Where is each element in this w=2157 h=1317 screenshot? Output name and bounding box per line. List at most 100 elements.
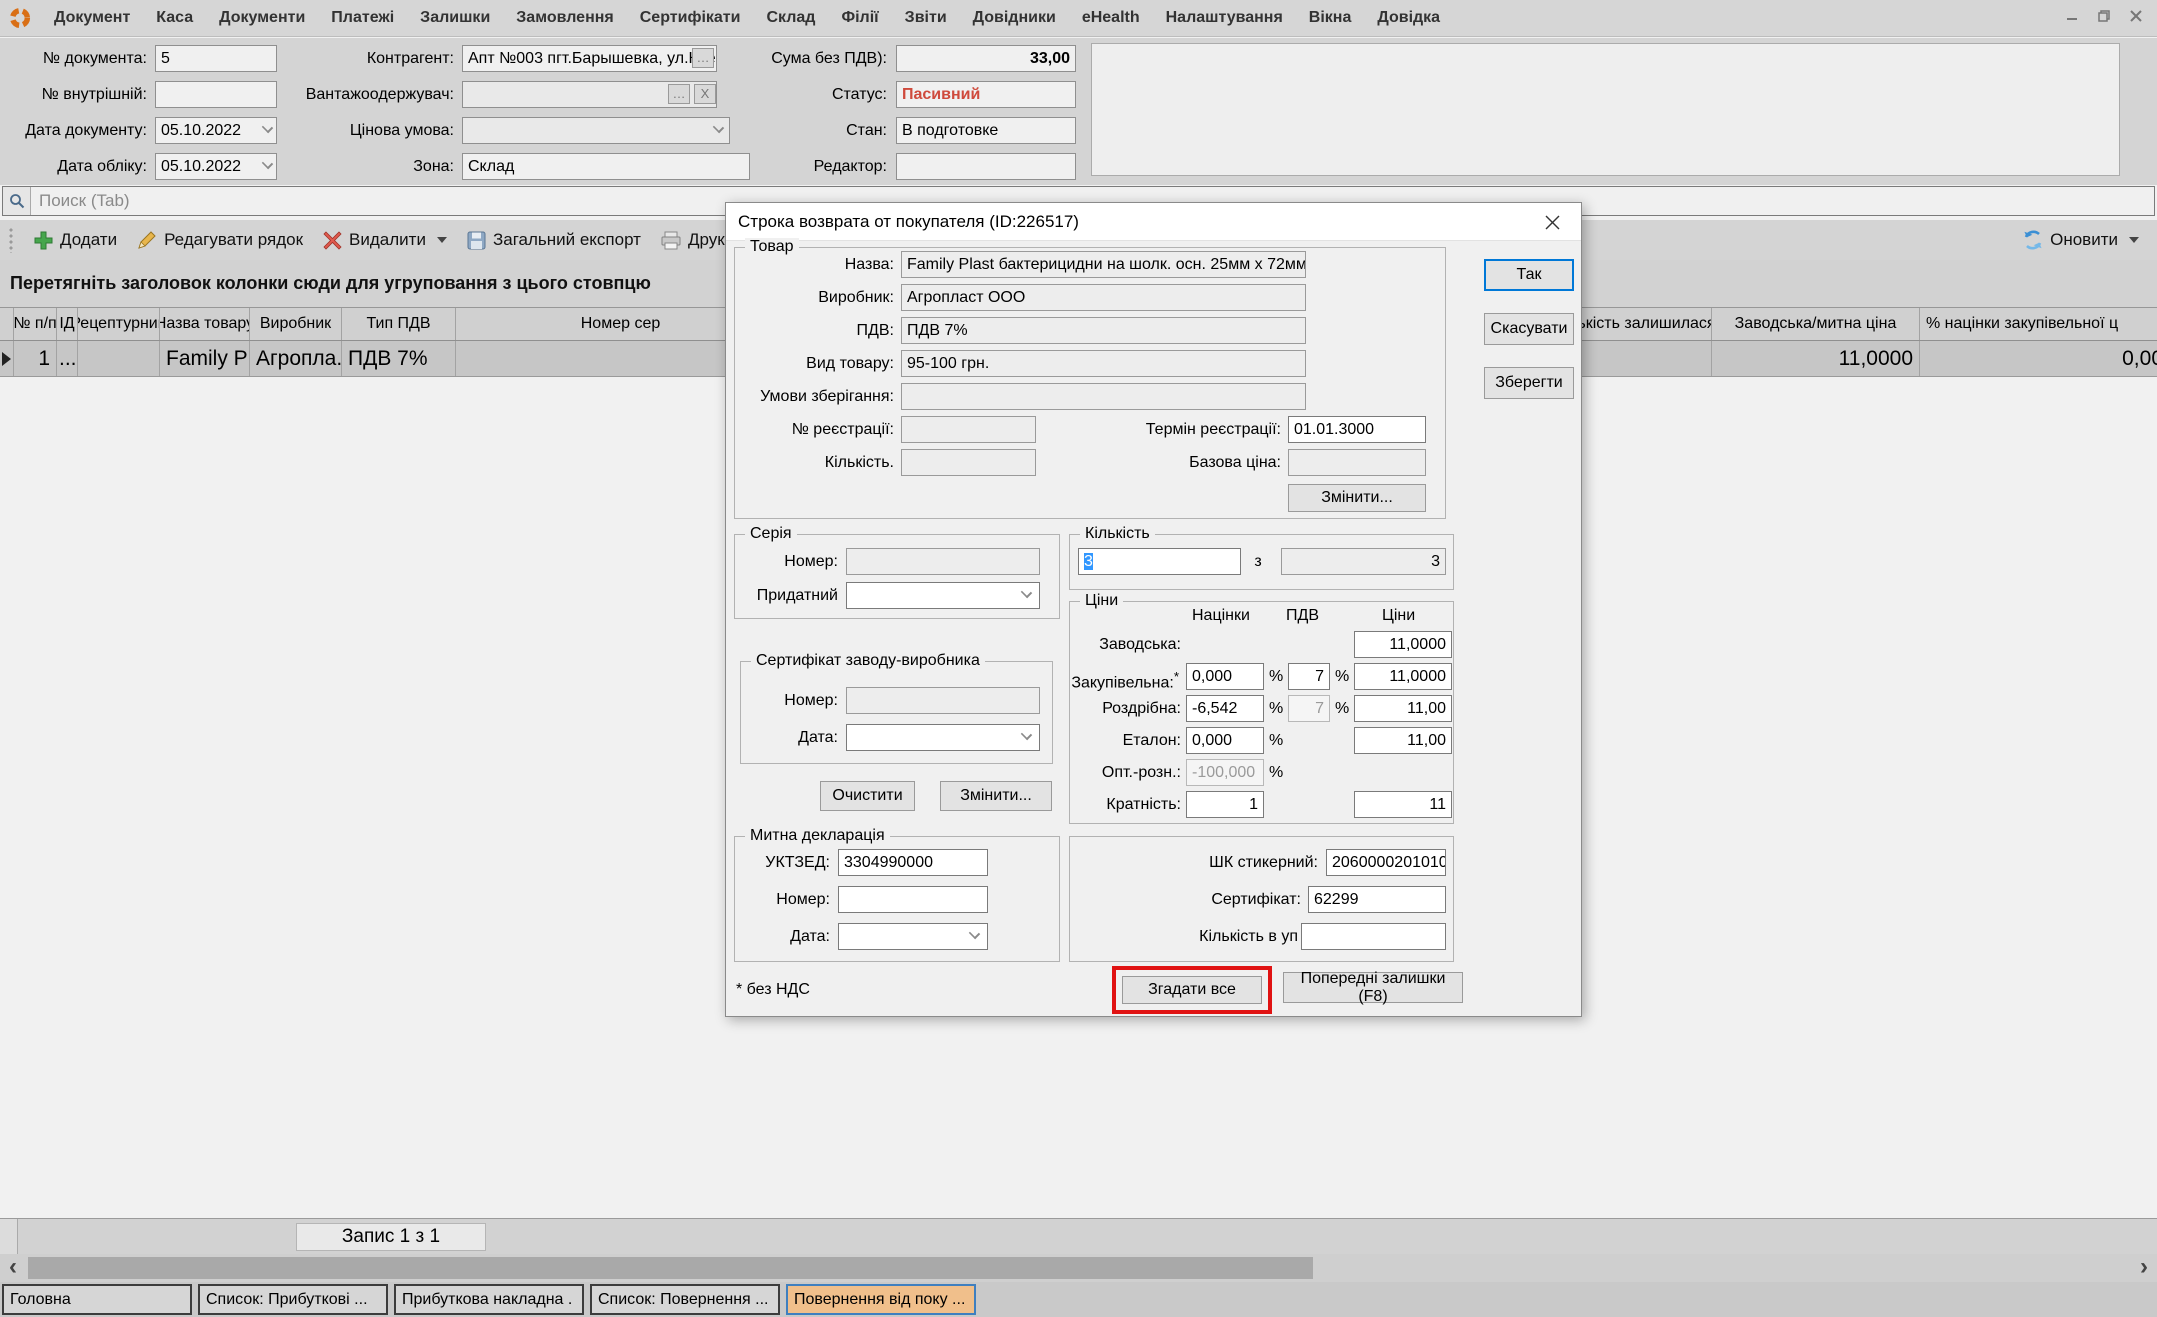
series-valid-combobox[interactable]	[846, 582, 1040, 609]
uktzed-field[interactable]: 3304990000	[838, 849, 988, 876]
close-window-button[interactable]	[2125, 7, 2147, 25]
menu-document[interactable]: Документ	[41, 9, 143, 27]
scrollbar-thumb[interactable]	[28, 1257, 1313, 1279]
menu-balances[interactable]: Залишки	[407, 9, 503, 27]
column-header-qty-left[interactable]: ькість залишилася	[1582, 308, 1712, 340]
tab-main[interactable]: Головна	[2, 1284, 192, 1315]
cell-vat-type[interactable]: ПДВ 7%	[342, 341, 456, 376]
reg-number-field[interactable]	[901, 416, 1036, 443]
refresh-dropdown-caret-icon[interactable]	[2129, 237, 2139, 243]
menu-payments[interactable]: Платежі	[318, 9, 407, 27]
account-date-field[interactable]: 05.10.2022	[155, 153, 277, 180]
menu-documents[interactable]: Документи	[206, 9, 318, 27]
vat-field[interactable]: ПДВ 7%	[901, 317, 1306, 344]
menu-kasa[interactable]: Каса	[143, 9, 206, 27]
menu-orders[interactable]: Замовлення	[503, 9, 626, 27]
column-header-recipe[interactable]: Рецептурний	[78, 308, 160, 340]
cancel-button[interactable]: Скасувати	[1484, 313, 1574, 345]
delete-button[interactable]: Видалити	[313, 226, 457, 254]
cert-number-field[interactable]	[846, 687, 1040, 714]
ok-button[interactable]: Так	[1484, 259, 1574, 291]
tab-return-from-buyer[interactable]: Повернення від поку ...	[786, 1284, 976, 1315]
product-kind-field[interactable]: 95-100 грн.	[901, 350, 1306, 377]
close-icon[interactable]	[1531, 207, 1573, 237]
dialog-title-bar[interactable]: Строка возврата от покупателя (ID:226517…	[726, 203, 1581, 241]
cell-purchase-markup[interactable]: 0,00	[1920, 341, 2157, 376]
column-header-factory-price[interactable]: Заводська/митна ціна	[1712, 308, 1920, 340]
contractor-field[interactable]: Апт №003 пгт.Барышевка, ул.Киев	[462, 45, 717, 72]
manufacturer-field[interactable]: Агропласт ООО	[901, 284, 1306, 311]
horizontal-scrollbar[interactable]: ‹ ›	[0, 1254, 2157, 1282]
storage-field[interactable]	[901, 383, 1306, 410]
minimize-button[interactable]	[2061, 7, 2083, 25]
product-name-field[interactable]: Family Plast бактерицидни на шолк. осн. …	[901, 251, 1306, 278]
quantity-input[interactable]: 3	[1078, 548, 1241, 575]
base-price-field[interactable]	[1288, 449, 1426, 476]
internal-number-field[interactable]	[155, 81, 277, 108]
cell-manufacturer[interactable]: Агропла...	[250, 341, 342, 376]
etalon-markup-field[interactable]: 0,000	[1186, 727, 1264, 754]
restore-button[interactable]	[2093, 7, 2115, 25]
print-button[interactable]: Друк	[651, 226, 735, 254]
add-row-button[interactable]: Додати	[24, 226, 127, 254]
menu-warehouse[interactable]: Склад	[753, 9, 828, 27]
dialog-quantity-field[interactable]	[901, 449, 1036, 476]
column-header-id[interactable]: ІД	[57, 308, 78, 340]
cell-num[interactable]: 1	[14, 341, 57, 376]
cell-product[interactable]: Family Pl...	[160, 341, 250, 376]
delete-dropdown-caret-icon[interactable]	[437, 237, 447, 243]
purchase-vat-field[interactable]: 7	[1288, 663, 1330, 690]
multiplicity-price-field[interactable]: 11	[1354, 791, 1452, 818]
column-header-vat-type[interactable]: Тип ПДВ	[342, 308, 456, 340]
export-button[interactable]: Загальний експорт	[457, 226, 651, 254]
tab-incoming-list[interactable]: Список: Прибуткові ...	[198, 1284, 388, 1315]
tab-incoming-invoice[interactable]: Прибуткова накладна .	[394, 1284, 584, 1315]
column-header-product[interactable]: Назва товару	[160, 308, 250, 340]
scroll-left-icon[interactable]: ‹	[2, 1254, 24, 1282]
cell-factory-price[interactable]: 11,0000	[1712, 341, 1920, 376]
retail-markup-field[interactable]: -6,542	[1186, 695, 1264, 722]
scroll-right-icon[interactable]: ›	[2133, 1254, 2155, 1282]
cell-id[interactable]: ...	[57, 341, 78, 376]
tab-returns-list[interactable]: Список: Повернення ...	[590, 1284, 780, 1315]
change-base-price-button[interactable]: Змінити...	[1288, 484, 1426, 512]
toolbar-grip-handle[interactable]	[8, 227, 14, 253]
save-button[interactable]: Зберегти	[1484, 367, 1574, 399]
cell-qty-left[interactable]	[1582, 341, 1712, 376]
clear-cert-button[interactable]: Очистити	[820, 781, 915, 811]
shk-field[interactable]: 2060000201010	[1326, 849, 1446, 876]
customs-date-combobox[interactable]	[838, 923, 988, 950]
multiplicity-field[interactable]: 1	[1186, 791, 1264, 818]
purchase-markup-field[interactable]: 0,000	[1186, 663, 1264, 690]
menu-help[interactable]: Довідка	[1364, 9, 1453, 27]
factory-price-field[interactable]: 11,0000	[1354, 631, 1452, 658]
recall-all-button[interactable]: Згадати все	[1122, 976, 1262, 1004]
refresh-button[interactable]: Оновити	[2013, 226, 2149, 254]
column-header-manufacturer[interactable]: Виробник	[250, 308, 342, 340]
menu-reports[interactable]: Звіти	[892, 9, 960, 27]
cert-date-combobox[interactable]	[846, 724, 1040, 751]
customs-number-field[interactable]	[838, 886, 988, 913]
menu-ehealth[interactable]: eHealth	[1069, 9, 1153, 27]
change-cert-button[interactable]: Змінити...	[940, 781, 1052, 811]
retail-price-field[interactable]: 11,00	[1354, 695, 1452, 722]
column-header-purchase-markup[interactable]: % націнки закупівельної ц	[1920, 308, 2157, 340]
doc-date-field[interactable]: 05.10.2022	[155, 117, 277, 144]
column-header-num[interactable]: № п/п	[14, 308, 57, 340]
consignee-browse-button[interactable]: …	[668, 84, 690, 104]
menu-certificates[interactable]: Сертифікати	[627, 9, 754, 27]
reg-term-field[interactable]: 01.01.3000	[1288, 416, 1426, 443]
doc-number-field[interactable]: 5	[155, 45, 277, 72]
price-condition-field[interactable]	[462, 117, 730, 144]
edit-row-button[interactable]: Редагувати рядок	[127, 226, 313, 254]
certificate-field[interactable]: 62299	[1308, 886, 1446, 913]
qty-pack-field[interactable]	[1301, 923, 1446, 950]
menu-branches[interactable]: Філії	[828, 9, 891, 27]
series-number-field[interactable]	[846, 548, 1040, 575]
purchase-price-field[interactable]: 11,0000	[1354, 663, 1452, 690]
menu-directories[interactable]: Довідники	[960, 9, 1069, 27]
note-panel[interactable]	[1091, 43, 2120, 176]
search-icon[interactable]	[3, 187, 31, 215]
menu-settings[interactable]: Налаштування	[1153, 9, 1296, 27]
prev-balances-button[interactable]: Попередні залишки (F8)	[1283, 972, 1463, 1003]
